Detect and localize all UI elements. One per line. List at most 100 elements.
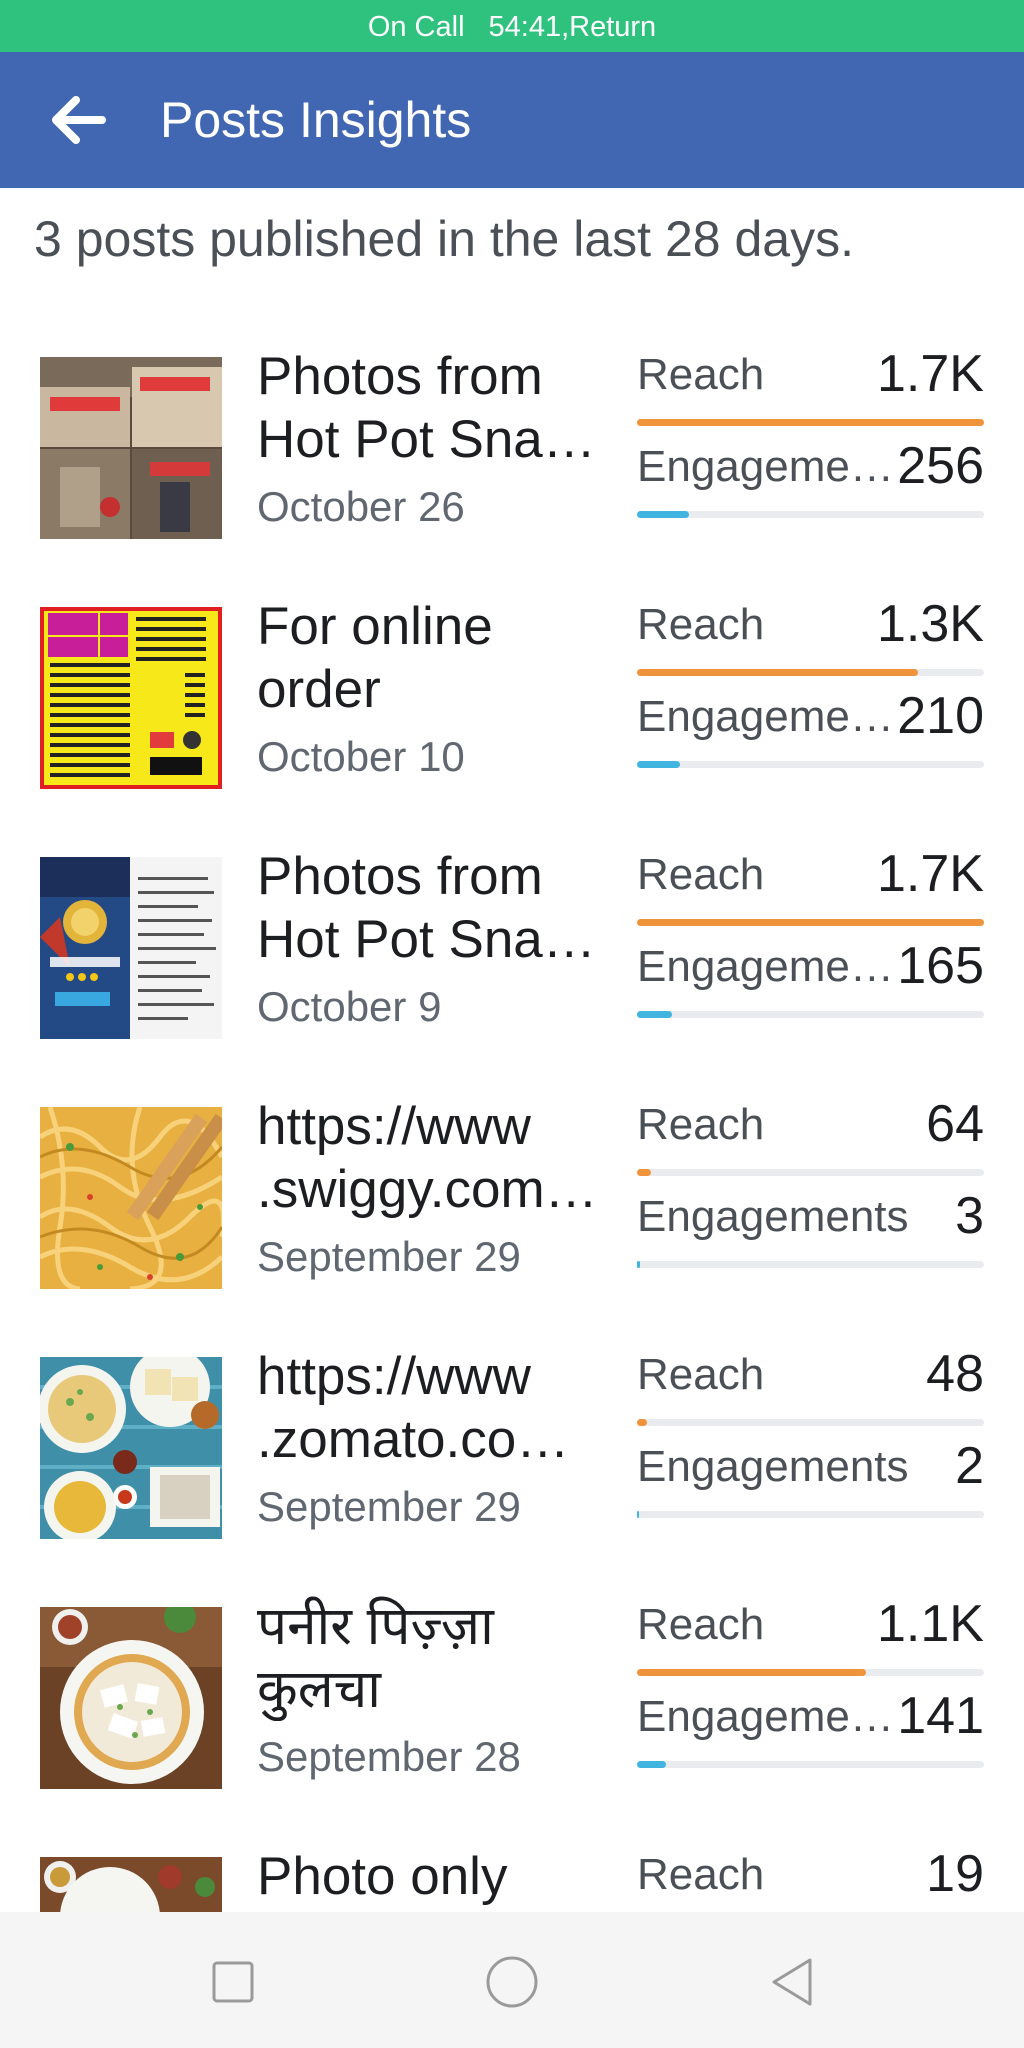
engagement-metric: Engageme… 256 xyxy=(637,437,984,529)
post-title: Photo only xyxy=(257,1845,597,1908)
engagement-label: Engageme… xyxy=(637,1692,894,1741)
reach-bar xyxy=(637,1669,984,1676)
post-item[interactable]: Photos from Hot Pot Sna… October 26 Reac… xyxy=(0,345,1024,607)
post-title: Photos from Hot Pot Sna… xyxy=(257,845,597,971)
engagement-label: Engageme… xyxy=(637,442,894,491)
post-date: October 26 xyxy=(257,483,465,530)
engagement-bar xyxy=(637,1261,984,1268)
engagement-bar xyxy=(637,761,984,768)
post-thumbnail xyxy=(40,1107,222,1289)
engagement-bar-fill xyxy=(637,1261,640,1268)
home-button[interactable] xyxy=(482,1952,542,2012)
post-title-line: Photos from xyxy=(257,847,543,906)
engagement-value: 165 xyxy=(897,937,984,995)
engagement-bar-fill xyxy=(637,761,681,768)
engagement-label: Engageme… xyxy=(637,692,894,741)
post-title-line: Hot Pot Sna… xyxy=(257,410,596,469)
back-nav-button[interactable] xyxy=(762,1952,822,2012)
post-title-line: Hot Pot Sna… xyxy=(257,910,596,969)
post-item[interactable]: पनीर पिज़्ज़ा कुलचा September 28 Reach 1… xyxy=(0,1595,1024,1857)
reach-value: 1.7K xyxy=(877,345,984,403)
engagement-bar xyxy=(637,1011,984,1018)
post-metrics: Reach 64 Engagements 3 xyxy=(637,1095,984,1279)
reach-bar xyxy=(637,669,984,676)
post-metrics: Reach 19 xyxy=(637,1845,984,1912)
post-title-line: Photos from xyxy=(257,347,543,406)
reach-bar-fill xyxy=(637,669,919,676)
post-item[interactable]: For online order October 10 Reach 1.3K E… xyxy=(0,595,1024,857)
engagement-label: Engagements xyxy=(637,1192,909,1241)
engagement-value: 3 xyxy=(955,1187,984,1245)
reach-bar-fill xyxy=(637,1169,651,1176)
post-title-line: For online xyxy=(257,597,493,656)
post-metrics: Reach 1.3K Engageme… 210 xyxy=(637,595,984,779)
reach-metric: Reach 64 xyxy=(637,1095,984,1187)
reach-label: Reach xyxy=(637,1600,765,1649)
reach-metric: Reach 1.3K xyxy=(637,595,984,687)
engagement-metric: Engageme… 165 xyxy=(637,937,984,1029)
reach-label: Reach xyxy=(637,1350,765,1399)
engagement-bar-fill xyxy=(637,1011,672,1018)
engagement-metric: Engagements 2 xyxy=(637,1437,984,1529)
post-title: Photos from Hot Pot Sna… xyxy=(257,345,597,471)
post-title-line: order xyxy=(257,660,381,719)
reach-label: Reach xyxy=(637,1100,765,1149)
reach-bar xyxy=(637,1419,984,1426)
post-item[interactable]: Photo only Reach 19 xyxy=(0,1845,1024,1912)
post-title-line: Photo only xyxy=(257,1847,508,1906)
engagement-metric: Engagements 3 xyxy=(637,1187,984,1279)
post-title-line: https://www xyxy=(257,1097,531,1156)
reach-label: Reach xyxy=(637,600,765,649)
reach-metric: Reach 1.1K xyxy=(637,1595,984,1687)
engagement-bar-fill xyxy=(637,1761,667,1768)
circle-home-icon xyxy=(486,1956,538,2008)
post-thumbnail xyxy=(40,1857,222,1912)
engagement-bar xyxy=(637,511,984,518)
reach-bar xyxy=(637,919,984,926)
engagement-bar-fill xyxy=(637,511,690,518)
post-title: https://www .zomato.co… xyxy=(257,1345,597,1471)
engagement-bar xyxy=(637,1761,984,1768)
post-thumbnail xyxy=(40,1357,222,1539)
post-title: पनीर पिज़्ज़ा कुलचा xyxy=(257,1595,597,1721)
post-title-line: कुलचा xyxy=(257,1660,382,1719)
post-thumbnail xyxy=(40,1607,222,1789)
reach-value: 19 xyxy=(926,1845,984,1903)
reach-value: 64 xyxy=(926,1095,984,1153)
reach-bar-fill xyxy=(637,1419,648,1426)
reach-value: 1.1K xyxy=(877,1595,984,1653)
post-date: September 29 xyxy=(257,1233,521,1280)
post-list: Photos from Hot Pot Sna… October 26 Reac… xyxy=(0,0,1024,1912)
system-navigation-bar xyxy=(0,1912,1024,2048)
engagement-label: Engagements xyxy=(637,1442,909,1491)
post-title-line: पनीर पिज़्ज़ा xyxy=(257,1597,494,1656)
post-item[interactable]: https://www .swiggy.com… September 29 Re… xyxy=(0,1095,1024,1357)
post-date: September 29 xyxy=(257,1483,521,1530)
post-item[interactable]: Photos from Hot Pot Sna… October 9 Reach… xyxy=(0,845,1024,1107)
post-title: For online order xyxy=(257,595,597,721)
post-thumbnail xyxy=(40,857,222,1039)
recents-button[interactable] xyxy=(203,1952,263,2012)
reach-value: 48 xyxy=(926,1345,984,1403)
engagement-bar xyxy=(637,1511,984,1518)
square-recents-icon xyxy=(212,1961,254,2003)
post-item[interactable]: https://www .zomato.co… September 29 Rea… xyxy=(0,1345,1024,1607)
post-title-line: .swiggy.com… xyxy=(257,1160,597,1219)
post-metrics: Reach 1.1K Engageme… 141 xyxy=(637,1595,984,1779)
post-metrics: Reach 1.7K Engageme… 165 xyxy=(637,845,984,1029)
post-date: October 10 xyxy=(257,733,465,780)
engagement-value: 256 xyxy=(897,437,984,495)
engagement-metric: Engageme… 210 xyxy=(637,687,984,779)
post-date: October 9 xyxy=(257,983,442,1030)
engagement-value: 2 xyxy=(955,1437,984,1495)
post-title: https://www .swiggy.com… xyxy=(257,1095,597,1221)
reach-bar-fill xyxy=(637,919,984,926)
reach-label: Reach xyxy=(637,850,765,899)
post-title-line: https://www xyxy=(257,1347,531,1406)
reach-bar xyxy=(637,419,984,426)
engagement-metric: Engageme… 141 xyxy=(637,1687,984,1779)
reach-bar-fill xyxy=(637,419,984,426)
engagement-bar-fill xyxy=(637,1511,639,1518)
engagement-label: Engageme… xyxy=(637,942,894,991)
post-date: September 28 xyxy=(257,1733,521,1780)
